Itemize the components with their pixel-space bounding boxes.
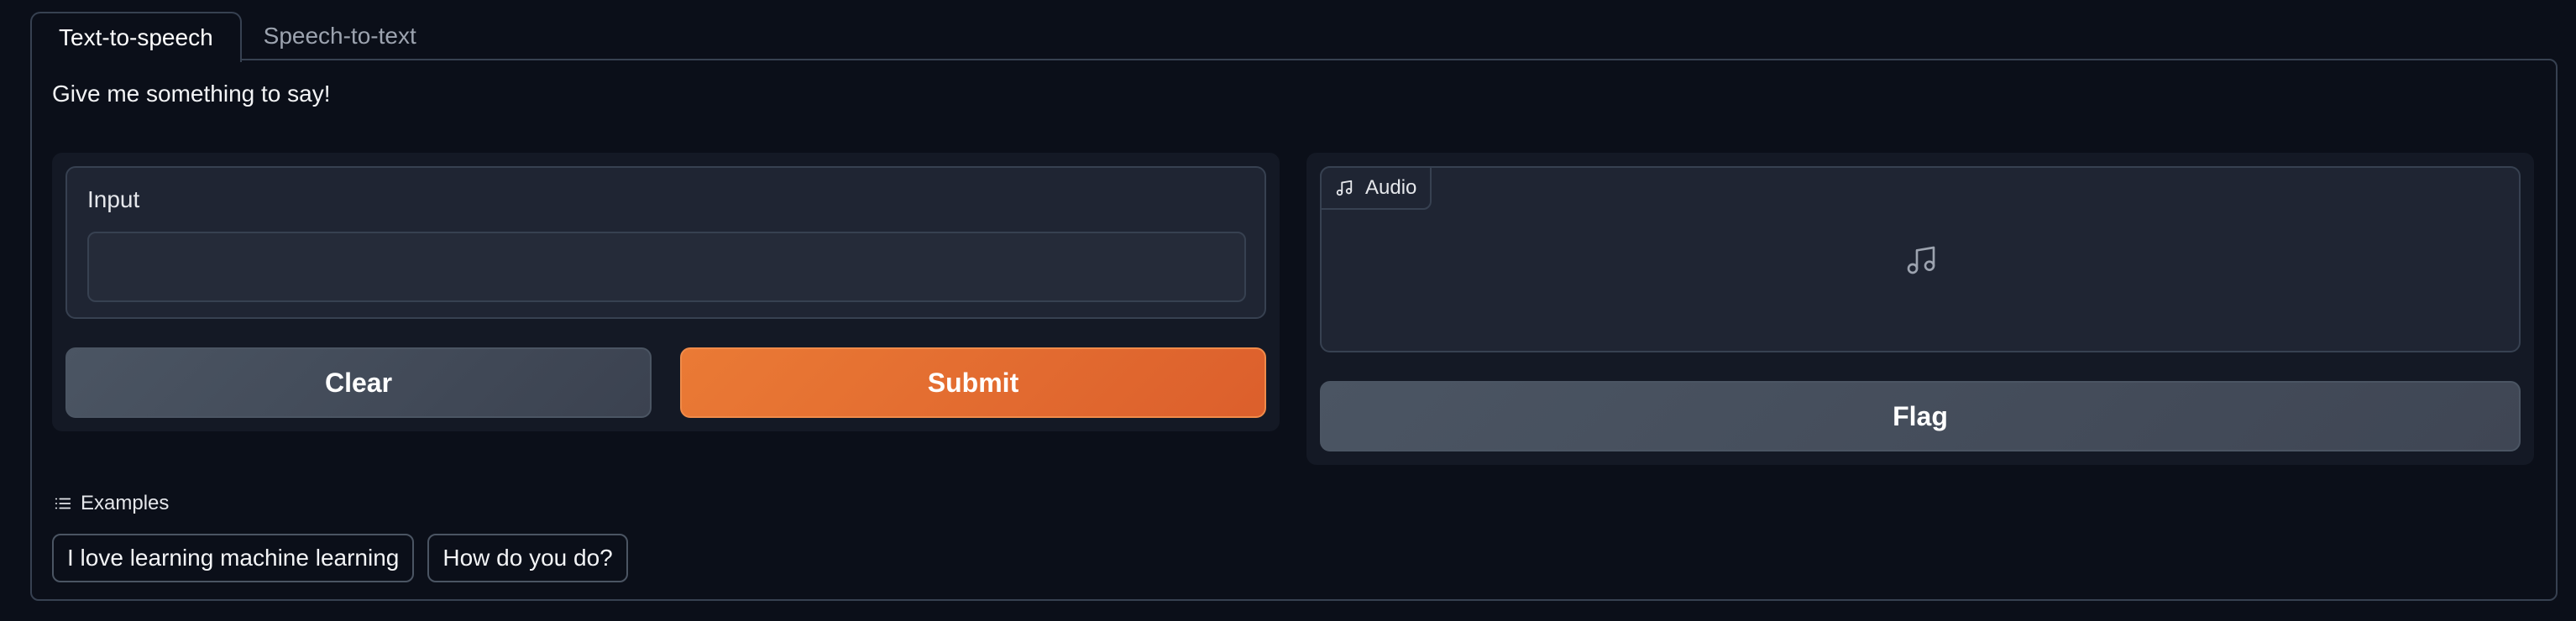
audio-output-block: Audio [1320, 166, 2521, 352]
examples-header: Examples [54, 492, 169, 515]
example-item[interactable]: I love learning machine learning [52, 534, 415, 582]
flag-button[interactable]: Flag [1320, 381, 2521, 451]
examples-list: I love learning machine learning How do … [52, 534, 628, 582]
submit-button[interactable]: Submit [680, 347, 1266, 418]
examples-label: Examples [81, 492, 170, 514]
audio-label: Audio [1365, 176, 1417, 199]
example-item[interactable]: How do you do? [427, 534, 628, 582]
tab-bar: Text-to-speech Speech-to-text [30, 12, 438, 62]
input-label: Input [87, 186, 140, 212]
input-field[interactable] [87, 232, 1246, 302]
audio-label-tag: Audio [1320, 166, 1432, 210]
input-textbox-block: Input [65, 166, 1266, 319]
tab-text-to-speech[interactable]: Text-to-speech [30, 12, 242, 62]
music-note-icon [1907, 246, 1935, 274]
tab-speech-to-text[interactable]: Speech-to-text [242, 12, 438, 60]
music-note-icon [1336, 180, 1353, 196]
list-icon [55, 498, 71, 509]
clear-button[interactable]: Clear [65, 347, 652, 418]
interface-description: Give me something to say! [52, 81, 331, 107]
output-column: Audio Flag [1306, 153, 2534, 465]
input-column: Input Clear Submit [52, 153, 1280, 431]
